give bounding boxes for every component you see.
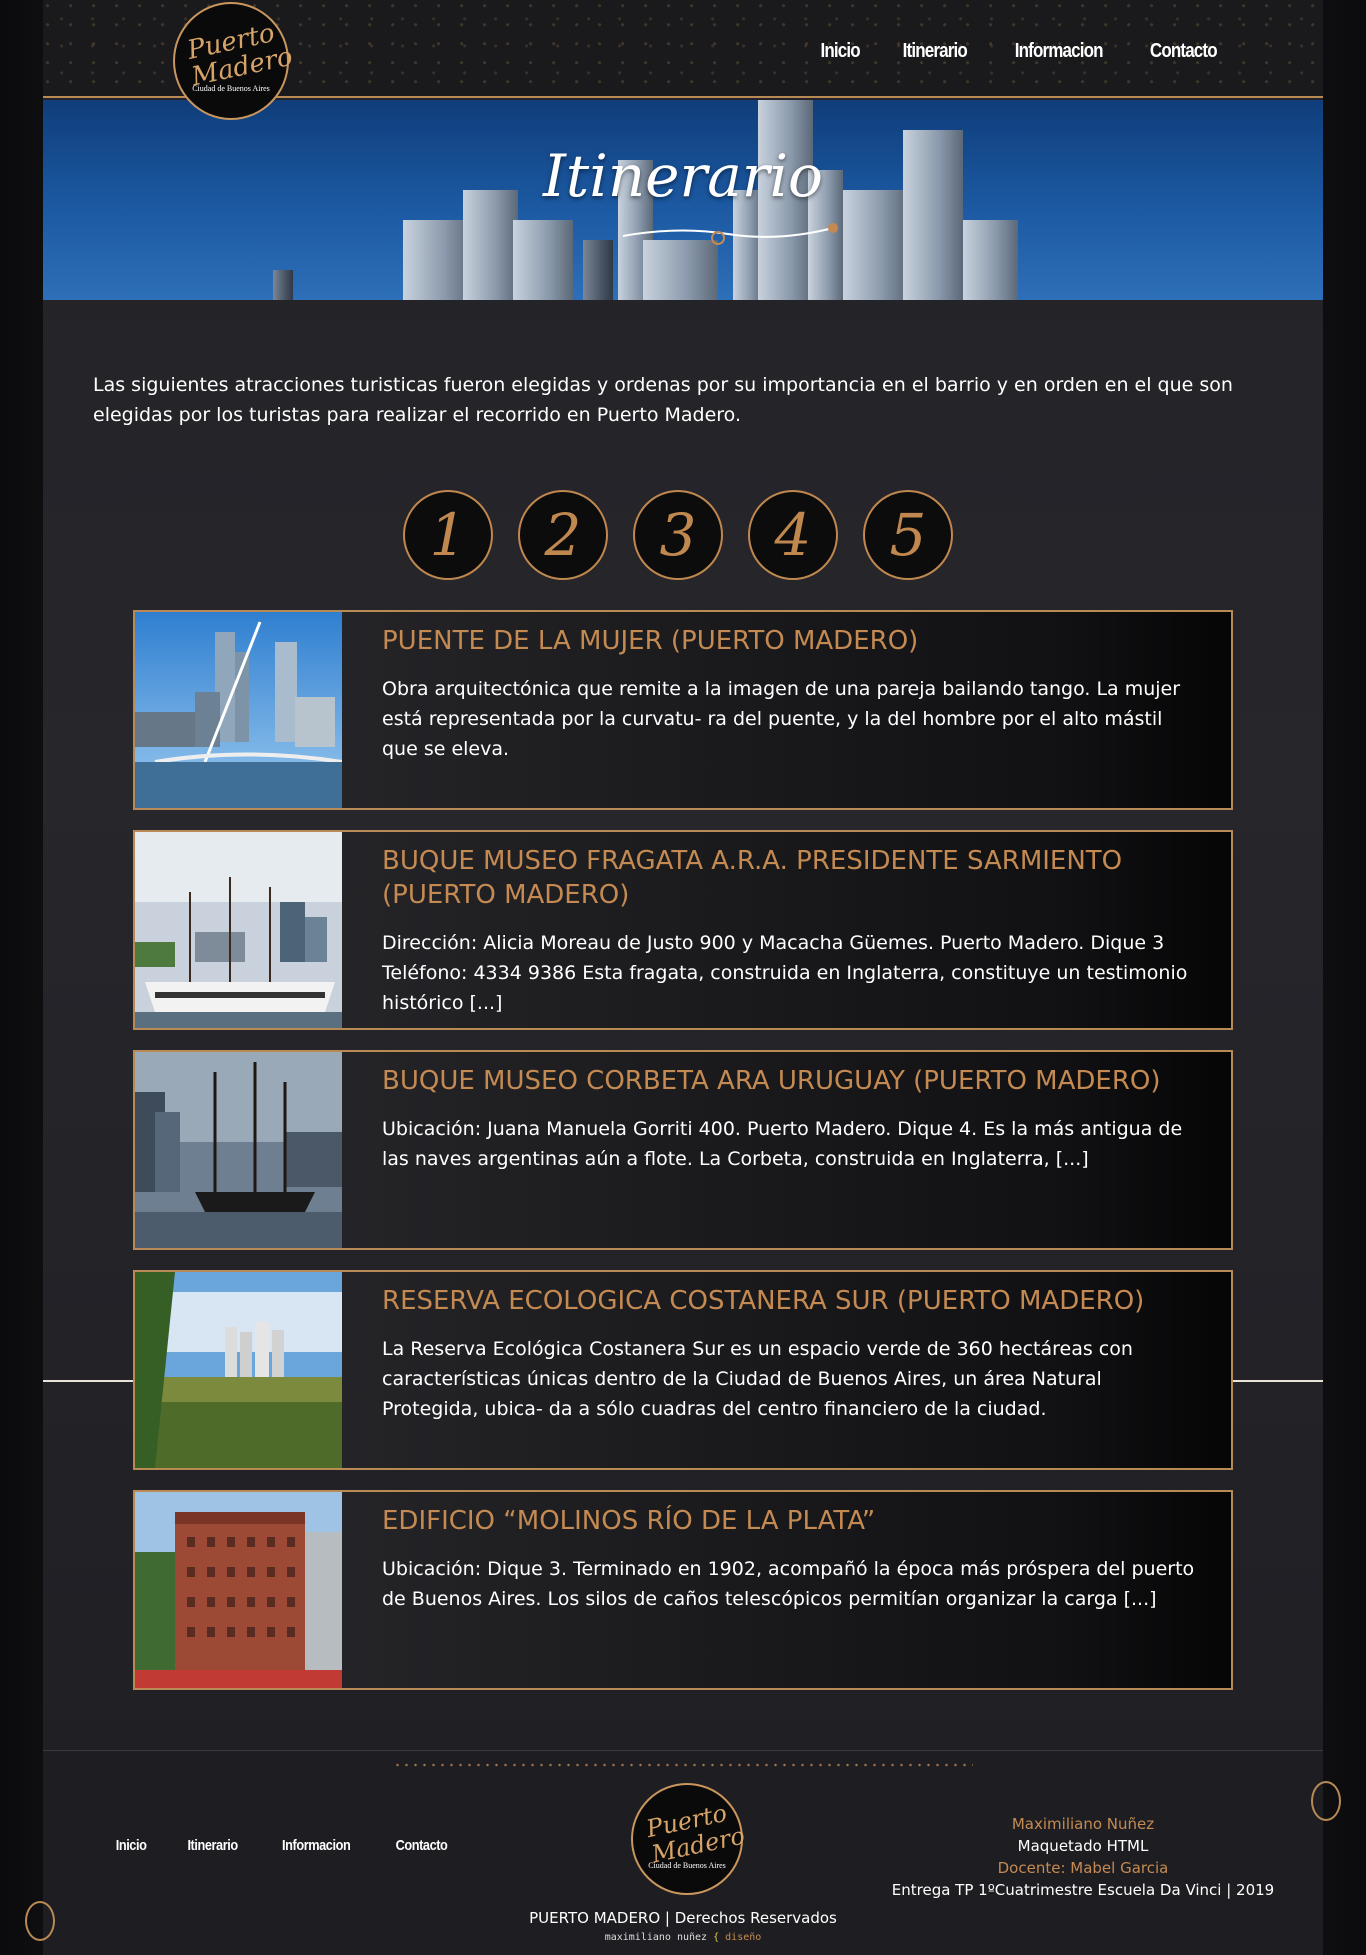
dotted-ornament bbox=[393, 1763, 973, 1767]
attraction-description: La Reserva Ecológica Costanera Sur es un… bbox=[382, 1338, 1133, 1420]
attraction-title: EDIFICIO “MOLINOS RÍO DE LA PLATA” bbox=[382, 1506, 876, 1536]
step-5-button[interactable]: 5 bbox=[863, 490, 953, 580]
attraction-photo bbox=[135, 832, 342, 1028]
attraction-text: PUENTE DE LA MUJER (PUERTO MADERO) Obra … bbox=[382, 624, 1202, 764]
step-2-button[interactable]: 2 bbox=[518, 490, 608, 580]
footer-credits: Maximiliano Nuñez Maquetado HTML Docente… bbox=[863, 1813, 1303, 1901]
attraction-card[interactable]: EDIFICIO “MOLINOS RÍO DE LA PLATA” Ubica… bbox=[133, 1490, 1233, 1690]
attraction-photo bbox=[135, 1272, 342, 1468]
attraction-photo bbox=[135, 612, 342, 808]
nav-itinerario[interactable]: Itinerario bbox=[903, 40, 968, 63]
footer-logo[interactable]: Puerto Madero Ciudad de Buenos Aires bbox=[631, 1783, 747, 1895]
site-footer: Inicio Itinerario Informacion Contacto P… bbox=[25, 1750, 1341, 1955]
skyline-building bbox=[643, 240, 718, 300]
attraction-description: Ubicación: Juana Manuela Gorriti 400. Pu… bbox=[382, 1118, 1183, 1170]
attraction-card[interactable]: BUQUE MUSEO CORBETA ARA URUGUAY (PUERTO … bbox=[133, 1050, 1233, 1250]
flourish-ornament bbox=[622, 223, 838, 245]
step-selector: 1 2 3 4 5 bbox=[403, 490, 953, 580]
attraction-text: BUQUE MUSEO FRAGATA A.R.A. PRESIDENTE SA… bbox=[382, 844, 1202, 1018]
attraction-description: Ubicación: Dique 3. Terminado en 1902, a… bbox=[382, 1558, 1195, 1610]
attraction-description: Dirección: Alicia Moreau de Justo 900 y … bbox=[382, 932, 1188, 1014]
page: Puerto Madero Ciudad de Buenos Aires Ini… bbox=[25, 0, 1341, 1955]
corner-ornament bbox=[25, 1901, 55, 1941]
logo[interactable]: Puerto Madero Ciudad de Buenos Aires bbox=[173, 2, 295, 120]
author-role: Maquetado HTML bbox=[1017, 1837, 1149, 1855]
nav-inicio[interactable]: Inicio bbox=[821, 40, 861, 63]
credit-name: maximiliano nuñez bbox=[604, 1932, 708, 1943]
step-3-button[interactable]: 3 bbox=[633, 490, 723, 580]
footer-nav-informacion[interactable]: Informacion bbox=[282, 1837, 351, 1854]
copyright: PUERTO MADERO | Derechos Reservados bbox=[529, 1909, 837, 1927]
footer-nav-inicio[interactable]: Inicio bbox=[116, 1837, 147, 1854]
skyline-building bbox=[583, 240, 613, 300]
main-nav: Inicio Itinerario Informacion Contacto bbox=[817, 40, 1223, 63]
footer-nav-contacto[interactable]: Contacto bbox=[395, 1837, 447, 1854]
skyline-building bbox=[513, 220, 573, 300]
banner-title: Itinerario bbox=[543, 142, 823, 210]
attraction-title: BUQUE MUSEO FRAGATA A.R.A. PRESIDENTE SA… bbox=[382, 846, 1123, 910]
intro-text: Las siguientes atracciones turisticas fu… bbox=[93, 374, 1233, 426]
attraction-card[interactable]: PUENTE DE LA MUJER (PUERTO MADERO) Obra … bbox=[133, 610, 1233, 810]
step-1-button[interactable]: 1 bbox=[403, 490, 493, 580]
skyline-building bbox=[963, 220, 1018, 300]
attraction-photo bbox=[135, 1052, 342, 1248]
attraction-card[interactable]: RESERVA ECOLOGICA COSTANERA SUR (PUERTO … bbox=[133, 1270, 1233, 1470]
attraction-title: RESERVA ECOLOGICA COSTANERA SUR (PUERTO … bbox=[382, 1286, 1145, 1316]
attraction-title: BUQUE MUSEO CORBETA ARA URUGUAY (PUERTO … bbox=[382, 1066, 1161, 1096]
footer-nav-itinerario[interactable]: Itinerario bbox=[188, 1837, 239, 1854]
attraction-description: Obra arquitectónica que remite a la imag… bbox=[382, 678, 1181, 760]
attraction-text: RESERVA ECOLOGICA COSTANERA SUR (PUERTO … bbox=[382, 1284, 1202, 1424]
footer-nav: Inicio Itinerario Informacion Contacto bbox=[113, 1837, 452, 1854]
teacher-name: Docente: Mabel Garcia bbox=[997, 1859, 1169, 1877]
attraction-text: EDIFICIO “MOLINOS RÍO DE LA PLATA” Ubica… bbox=[382, 1504, 1202, 1614]
designer-credit: maximiliano nuñez { diseño bbox=[488, 1932, 878, 1943]
credit-brace: { bbox=[713, 1932, 720, 1943]
author-name: Maximiliano Nuñez bbox=[1011, 1815, 1155, 1833]
step-4-button[interactable]: 4 bbox=[748, 490, 838, 580]
attraction-card[interactable]: BUQUE MUSEO FRAGATA A.R.A. PRESIDENTE SA… bbox=[133, 830, 1233, 1030]
delivery-info: Entrega TP 1ºCuatrimestre Escuela Da Vin… bbox=[891, 1881, 1275, 1899]
site-header: Puerto Madero Ciudad de Buenos Aires Ini… bbox=[43, 0, 1323, 120]
credit-word: diseño bbox=[725, 1932, 762, 1943]
skyline-building bbox=[273, 270, 293, 300]
nav-informacion[interactable]: Informacion bbox=[1015, 40, 1104, 63]
corner-ornament bbox=[1311, 1781, 1341, 1821]
attraction-photo bbox=[135, 1492, 342, 1688]
attraction-text: BUQUE MUSEO CORBETA ARA URUGUAY (PUERTO … bbox=[382, 1064, 1202, 1174]
hero-banner: Itinerario bbox=[43, 100, 1323, 300]
nav-contacto[interactable]: Contacto bbox=[1150, 40, 1218, 63]
attraction-title: PUENTE DE LA MUJER (PUERTO MADERO) bbox=[382, 626, 919, 656]
